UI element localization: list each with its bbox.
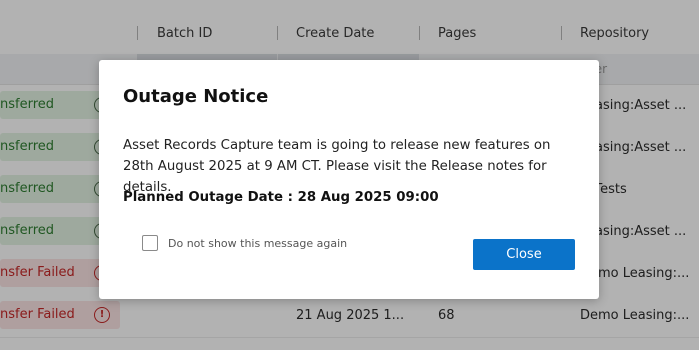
dialog-title: Outage Notice: [123, 86, 269, 107]
outage-notice-dialog: Outage Notice Asset Records Capture team…: [99, 60, 599, 299]
dont-show-again-label[interactable]: Do not show this message again: [168, 237, 347, 250]
dont-show-again-option[interactable]: Do not show this message again: [142, 235, 347, 251]
dont-show-again-checkbox[interactable]: [142, 235, 158, 251]
close-button[interactable]: Close: [473, 239, 575, 270]
planned-outage-date: Planned Outage Date : 28 Aug 2025 09:00: [123, 190, 439, 205]
dialog-message: Asset Records Capture team is going to r…: [123, 138, 551, 195]
